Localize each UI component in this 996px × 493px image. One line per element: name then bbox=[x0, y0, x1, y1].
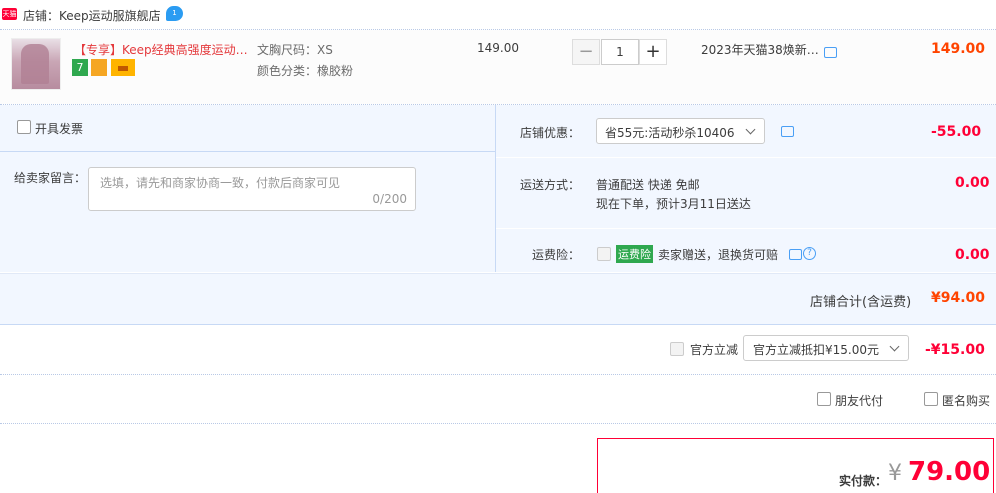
attr-color: 颜色分类：橡胶粉 bbox=[257, 64, 354, 78]
insurance-checkbox bbox=[597, 247, 611, 261]
divider bbox=[496, 157, 996, 158]
credit-card-icon bbox=[111, 59, 135, 76]
item-subtotal: 149.00 bbox=[931, 41, 986, 57]
guarantee-icon bbox=[91, 59, 107, 76]
message-icon[interactable] bbox=[781, 126, 794, 137]
invoice-label: 开具发票 bbox=[35, 122, 84, 136]
qty-input[interactable]: 1 bbox=[601, 39, 639, 65]
insurance-label: 运费险： bbox=[532, 248, 581, 262]
chevron-down-icon bbox=[745, 124, 756, 135]
divider bbox=[496, 228, 996, 229]
official-checkbox bbox=[670, 342, 684, 356]
message-textarea[interactable]: 选填，请先和商家协商一致，付款后商家可见 0/200 bbox=[88, 167, 416, 211]
insurance-tag: 运费险 bbox=[616, 245, 653, 263]
seven-day-return-icon: 7 bbox=[72, 59, 88, 76]
message-icon[interactable] bbox=[824, 47, 837, 58]
chevron-down-icon bbox=[889, 341, 900, 352]
discount-label: 店铺优惠： bbox=[520, 126, 581, 140]
discount-selected: 省55元:活动秒杀10406 bbox=[605, 126, 735, 140]
payment-currency: ¥ bbox=[888, 461, 902, 486]
official-label: 官方立减 bbox=[690, 343, 739, 357]
divider bbox=[0, 374, 996, 375]
official-value: -¥15.00 bbox=[925, 342, 985, 358]
payment-value: 79.00 bbox=[908, 457, 991, 487]
divider bbox=[0, 151, 495, 152]
help-icon[interactable]: ? bbox=[803, 247, 816, 260]
discount-value: -55.00 bbox=[931, 124, 982, 140]
shop-total-label: 店铺合计(含运费) bbox=[810, 295, 912, 310]
friend-pay-label: 朋友代付 bbox=[835, 394, 884, 408]
tmall-badge: 天猫 bbox=[2, 8, 17, 20]
official-select[interactable]: 官方立减抵扣¥15.00元 bbox=[743, 335, 909, 361]
message-counter: 0/200 bbox=[372, 192, 407, 206]
shipping-eta: 现在下单，预计3月11日送达 bbox=[596, 197, 751, 211]
unit-price: 149.00 bbox=[477, 41, 519, 55]
message-label: 给卖家留言： bbox=[14, 171, 87, 185]
payment-box: 实付款： ¥ 79.00 bbox=[597, 438, 994, 493]
promo-text[interactable]: 2023年天猫38焕新… bbox=[701, 41, 819, 58]
chat-icon[interactable]: 1 bbox=[166, 6, 183, 21]
shipping-label: 运送方式： bbox=[520, 178, 581, 192]
shipping-value: 0.00 bbox=[955, 175, 990, 191]
friend-pay-checkbox[interactable] bbox=[817, 392, 831, 406]
shop-total-value: ¥94.00 bbox=[931, 290, 986, 306]
product-image-figure bbox=[21, 44, 49, 84]
qty-plus-button[interactable]: + bbox=[639, 39, 667, 65]
message-icon[interactable] bbox=[789, 249, 802, 260]
divider bbox=[0, 423, 996, 424]
payment-label: 实付款： bbox=[839, 474, 888, 488]
qty-minus-button[interactable]: − bbox=[572, 39, 600, 65]
shop-header: 天猫 店铺：Keep运动服旗舰店 1 bbox=[0, 0, 996, 29]
anonymous-checkbox[interactable] bbox=[924, 392, 938, 406]
insurance-desc: 卖家赠送，退换货可赔 bbox=[658, 248, 779, 262]
attr-size: 文胸尺码：XS bbox=[257, 43, 333, 57]
official-selected: 官方立减抵扣¥15.00元 bbox=[753, 343, 879, 357]
shop-name[interactable]: 店铺：Keep运动服旗舰店 bbox=[23, 7, 161, 24]
discount-select[interactable]: 省55元:活动秒杀10406 bbox=[596, 118, 765, 144]
invoice-checkbox[interactable] bbox=[17, 120, 31, 134]
product-title[interactable]: 【专享】Keep经典高强度运动… bbox=[74, 41, 248, 58]
insurance-value: 0.00 bbox=[955, 247, 990, 263]
shipping-method: 普通配送 快递 免邮 bbox=[596, 178, 700, 192]
message-placeholder: 选填，请先和商家协商一致，付款后商家可见 bbox=[100, 176, 341, 190]
anonymous-label: 匿名购买 bbox=[942, 394, 991, 408]
